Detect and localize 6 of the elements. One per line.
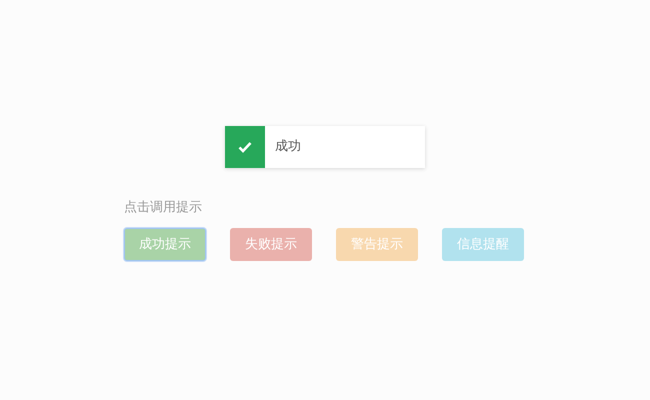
prompt-button[interactable]: 信息提醒 (442, 228, 524, 261)
prompt-label: 点击调用提示 (124, 199, 203, 217)
toast-message: 成功 (275, 138, 301, 156)
prompt-button[interactable]: 警告提示 (336, 228, 418, 261)
prompt-button[interactable]: 失败提示 (230, 228, 312, 261)
prompt-button[interactable]: 成功提示 (124, 228, 206, 261)
